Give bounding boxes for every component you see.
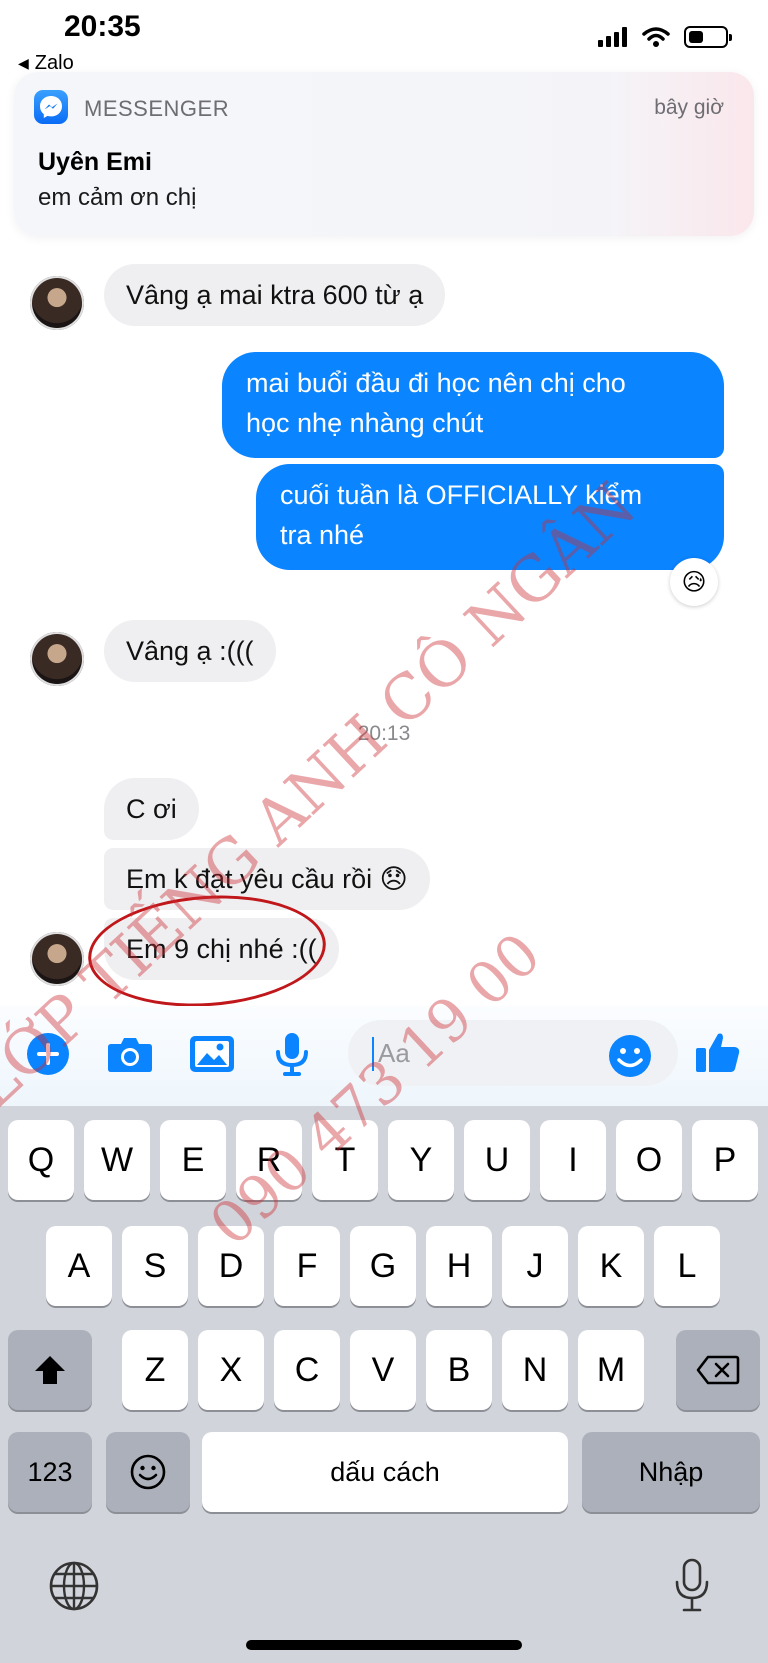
image-icon	[190, 1036, 234, 1072]
key-b[interactable]: B	[426, 1330, 492, 1410]
camera-icon	[108, 1038, 152, 1072]
key-f[interactable]: F	[274, 1226, 340, 1306]
message-bubble-outgoing[interactable]: cuối tuần là OFFICIALLY kiểm tra nhé	[256, 464, 724, 570]
message-input-placeholder: Aa	[378, 1038, 410, 1068]
contact-avatar[interactable]	[30, 632, 84, 686]
microphone-icon	[675, 1558, 709, 1612]
message-bubble-incoming[interactable]: C ơi	[104, 778, 199, 840]
gallery-button[interactable]	[188, 1030, 236, 1078]
key-k[interactable]: K	[578, 1226, 644, 1306]
status-time: 20:35	[64, 10, 141, 43]
key-v[interactable]: V	[350, 1330, 416, 1410]
shift-arrow-icon	[35, 1356, 65, 1384]
key-j[interactable]: J	[502, 1226, 568, 1306]
plus-icon	[27, 1033, 69, 1075]
emoji-button[interactable]	[606, 1032, 654, 1080]
emoji-face-icon	[130, 1454, 166, 1490]
cellular-signal-icon	[598, 27, 627, 47]
globe-icon	[49, 1561, 99, 1611]
key-q[interactable]: Q	[8, 1120, 74, 1200]
microphone-icon	[276, 1033, 308, 1076]
key-o[interactable]: O	[616, 1120, 682, 1200]
thumbs-up-icon	[696, 1033, 740, 1072]
key-c[interactable]: C	[274, 1330, 340, 1410]
key-h[interactable]: H	[426, 1226, 492, 1306]
dictation-key[interactable]	[674, 1558, 710, 1619]
key-u[interactable]: U	[464, 1120, 530, 1200]
message-text: Em k đạt yêu cầu rồi 😞	[126, 864, 408, 894]
message-text: Vâng ạ mai ktra 600 từ ạ	[126, 280, 424, 310]
key-i[interactable]: I	[540, 1120, 606, 1200]
like-button[interactable]	[694, 1028, 742, 1076]
backspace-icon	[696, 1355, 740, 1385]
emoji-key[interactable]	[106, 1432, 190, 1512]
return-key[interactable]: Nhập	[582, 1432, 760, 1512]
notification-time: bây giờ	[654, 96, 724, 119]
back-arrow-icon: ◀	[18, 55, 29, 71]
key-l[interactable]: L	[654, 1226, 720, 1306]
key-z[interactable]: Z	[122, 1330, 188, 1410]
key-t[interactable]: T	[312, 1120, 378, 1200]
key-s[interactable]: S	[122, 1226, 188, 1306]
messenger-icon	[34, 90, 68, 124]
shift-key[interactable]	[8, 1330, 92, 1410]
chat-timestamp: 20:13	[357, 722, 411, 745]
message-bubble-incoming[interactable]: Vâng ạ :(((	[104, 620, 276, 682]
camera-button[interactable]	[106, 1030, 154, 1078]
notification-sender: Uyên Emi	[38, 148, 152, 176]
notification-banner[interactable]: MESSENGER bây giờ Uyên Emi em cảm ơn chị	[14, 72, 754, 236]
message-text-line: cuối tuần là OFFICIALLY kiểm	[280, 480, 643, 510]
home-indicator	[246, 1640, 522, 1650]
add-more-button[interactable]	[24, 1030, 72, 1078]
status-icons	[598, 26, 732, 48]
contact-avatar[interactable]	[30, 932, 84, 986]
reaction-crying-icon[interactable]: 😥	[670, 558, 718, 606]
key-r[interactable]: R	[236, 1120, 302, 1200]
message-text-line: học nhẹ nhàng chút	[246, 408, 484, 438]
smiley-icon	[609, 1035, 651, 1077]
key-y[interactable]: Y	[388, 1120, 454, 1200]
key-n[interactable]: N	[502, 1330, 568, 1410]
message-bubble-incoming[interactable]: Vâng ạ mai ktra 600 từ ạ	[104, 264, 446, 326]
text-cursor	[372, 1037, 374, 1071]
message-text: C ơi	[126, 794, 177, 824]
battery-icon	[684, 26, 732, 48]
globe-key[interactable]	[48, 1560, 100, 1617]
contact-avatar[interactable]	[30, 276, 84, 330]
message-text-line: tra nhé	[280, 520, 365, 550]
key-a[interactable]: A	[46, 1226, 112, 1306]
delete-key[interactable]	[676, 1330, 760, 1410]
key-e[interactable]: E	[160, 1120, 226, 1200]
key-w[interactable]: W	[84, 1120, 150, 1200]
wifi-icon	[642, 27, 670, 47]
numbers-key[interactable]: 123	[8, 1432, 92, 1512]
message-text: Vâng ạ :(((	[126, 636, 254, 666]
voice-button[interactable]	[268, 1030, 316, 1078]
key-p[interactable]: P	[692, 1120, 758, 1200]
notification-message: em cảm ơn chị	[38, 184, 197, 211]
key-g[interactable]: G	[350, 1226, 416, 1306]
message-text-line: mai buổi đầu đi học nên chị cho	[246, 368, 626, 398]
notification-app-name: MESSENGER	[84, 96, 230, 121]
key-d[interactable]: D	[198, 1226, 264, 1306]
message-bubble-outgoing[interactable]: mai buổi đầu đi học nên chị cho học nhẹ …	[222, 352, 724, 458]
key-m[interactable]: M	[578, 1330, 644, 1410]
battery-level	[689, 31, 703, 43]
space-key[interactable]: dấu cách	[202, 1432, 568, 1512]
key-x[interactable]: X	[198, 1330, 264, 1410]
